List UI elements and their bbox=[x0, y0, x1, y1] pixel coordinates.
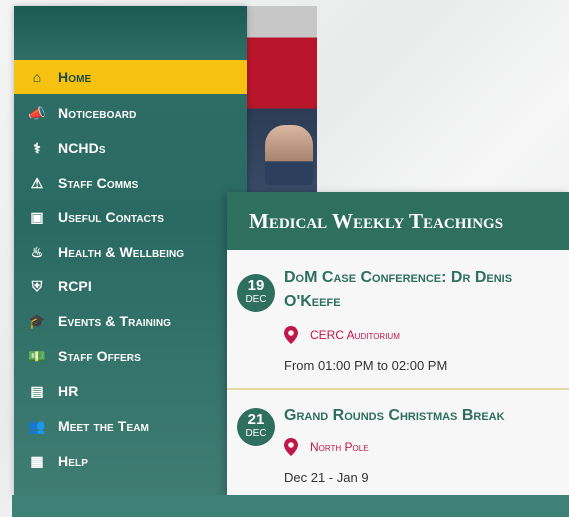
nav-item-health-wellbeing[interactable]: ♨ Health & Wellbeing bbox=[14, 235, 247, 269]
date-month: DEC bbox=[245, 428, 267, 439]
weekly-teachings-card: Medical Weekly Teachings 19 DEC DoM Case… bbox=[227, 192, 569, 495]
date-badge: 21 DEC bbox=[237, 408, 275, 446]
shield-icon: ⛨ bbox=[31, 277, 43, 294]
nav-item-events-training[interactable]: 🎓 Events & Training bbox=[14, 304, 247, 338]
nav-item-label: Home bbox=[58, 69, 92, 85]
nav-item-label: Noticeboard bbox=[58, 105, 137, 121]
megaphone-icon: 📣 bbox=[28, 104, 46, 121]
event-location: North Pole bbox=[284, 438, 369, 456]
team-icon: 👥 bbox=[28, 417, 46, 434]
home-icon: ⌂ bbox=[32, 69, 42, 85]
nav-item-hr[interactable]: ▤ HR bbox=[14, 374, 247, 408]
nav-item-label: Meet the Team bbox=[58, 418, 149, 434]
nav-item-noticeboard[interactable]: 📣 Noticeboard bbox=[14, 96, 247, 130]
graduation-cap-icon: 🎓 bbox=[28, 312, 46, 329]
nav-item-staff-offers[interactable]: 💵 Staff Offers bbox=[14, 339, 247, 373]
nav-item-useful-contacts[interactable]: ▣ Useful Contacts bbox=[14, 200, 247, 234]
nav-item-meet-the-team[interactable]: 👥 Meet the Team bbox=[14, 409, 247, 443]
side-navigation-drawer: ⌂ Home 📣 Noticeboard ⚕ NCHDs ⚠ Staff Com… bbox=[14, 6, 247, 495]
event-time: Dec 21 - Jan 9 bbox=[284, 470, 369, 485]
drawer-header bbox=[14, 6, 247, 60]
nav-item-label: Help bbox=[58, 453, 88, 469]
event-title-link[interactable]: DoM Case Conference: Dr Denis O'Keefe bbox=[284, 266, 564, 314]
location-pin-icon bbox=[284, 326, 298, 344]
nav-item-rcpi[interactable]: ⛨ RCPI bbox=[14, 269, 247, 303]
event-divider bbox=[227, 388, 569, 390]
event-location: CERC Auditorium bbox=[284, 326, 400, 344]
hero-image-person bbox=[265, 125, 313, 185]
wellbeing-icon: ♨ bbox=[30, 243, 44, 260]
location-pin-icon bbox=[284, 438, 298, 456]
bottom-bar bbox=[12, 495, 569, 517]
nav-item-label: Staff Offers bbox=[58, 348, 141, 364]
date-day: 21 bbox=[247, 411, 265, 428]
nav-item-label: Useful Contacts bbox=[58, 209, 164, 225]
nav-item-help[interactable]: ▦ Help bbox=[14, 444, 247, 478]
nav-item-label: Staff Comms bbox=[58, 175, 139, 191]
contacts-icon: ▣ bbox=[30, 208, 44, 225]
event-title-link[interactable]: Grand Rounds Christmas Break bbox=[284, 404, 564, 428]
help-grid-icon: ▦ bbox=[30, 452, 44, 469]
nav-item-label: HR bbox=[58, 383, 79, 399]
id-card-icon: ▤ bbox=[30, 382, 44, 399]
cash-icon: 💵 bbox=[28, 347, 46, 364]
event-time: From 01:00 PM to 02:00 PM bbox=[284, 358, 448, 373]
date-month: DEC bbox=[245, 294, 267, 305]
card-title: Medical Weekly Teachings bbox=[227, 192, 569, 250]
nav-item-label: RCPI bbox=[58, 278, 92, 294]
event-location-label: CERC Auditorium bbox=[310, 328, 400, 342]
nav-item-label: Health & Wellbeing bbox=[58, 244, 185, 260]
nav-item-nchds[interactable]: ⚕ NCHDs bbox=[14, 131, 247, 165]
date-badge: 19 DEC bbox=[237, 274, 275, 312]
event-location-label: North Pole bbox=[310, 440, 369, 454]
date-day: 19 bbox=[247, 277, 265, 294]
nav-item-home[interactable]: ⌂ Home bbox=[14, 60, 247, 94]
broadcast-icon: ⚠ bbox=[30, 174, 44, 191]
nav-item-staff-comms[interactable]: ⚠ Staff Comms bbox=[14, 166, 247, 200]
nav-item-label: NCHDs bbox=[58, 140, 106, 156]
nav-item-label: Events & Training bbox=[58, 313, 172, 329]
caduceus-icon: ⚕ bbox=[33, 139, 41, 156]
